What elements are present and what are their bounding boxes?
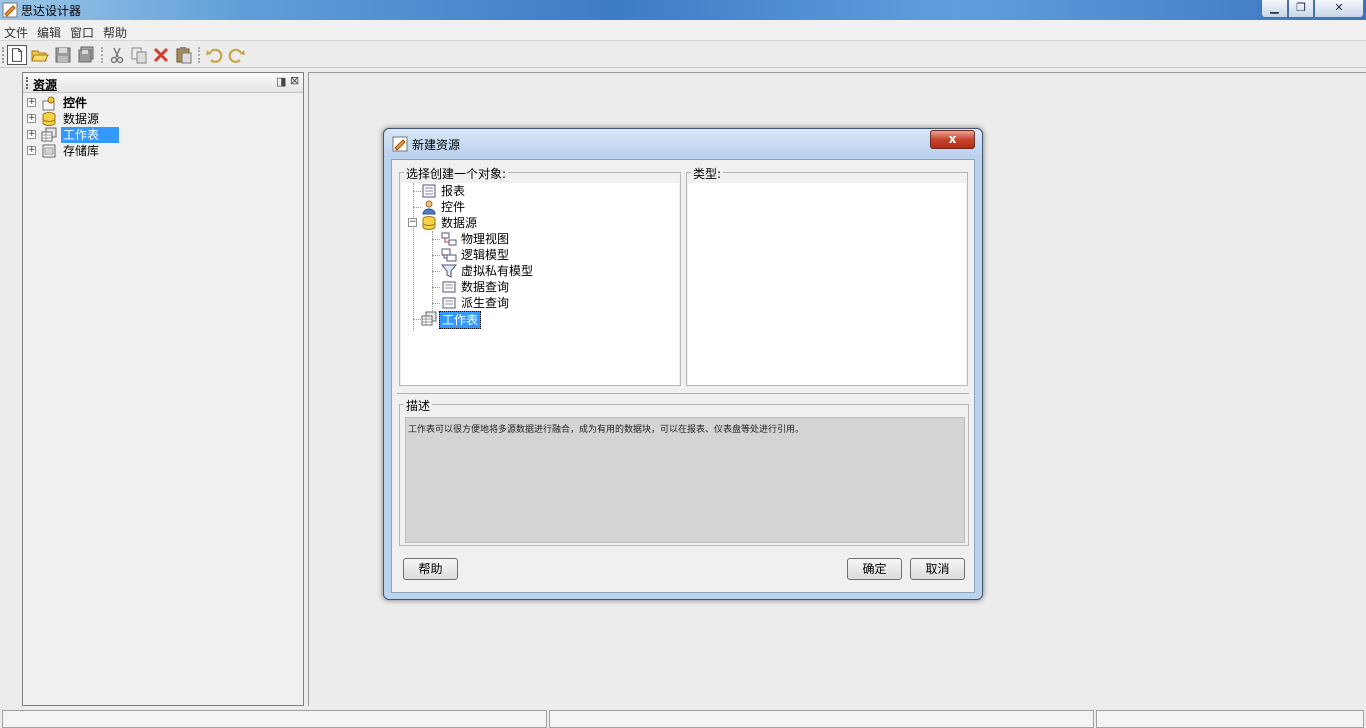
tree-item-label: 工作表 xyxy=(439,311,481,329)
tree-connector xyxy=(413,191,421,192)
resource-panel: 资源 ◨ ⊠ + 控件 + 数据源 + 工作表 + 存储库 xyxy=(22,72,304,706)
close-panel-icon[interactable]: ⊠ xyxy=(290,74,299,87)
ok-button[interactable]: 确定 xyxy=(847,558,902,580)
resource-panel-header: 资源 ◨ ⊠ xyxy=(23,73,303,93)
description-box: 工作表可以很方便地将多源数据进行融合，成为有用的数据块，可以在报表、仪表盘等处进… xyxy=(405,417,965,543)
tree-item-label: 数据源 xyxy=(441,216,478,230)
expand-icon[interactable]: + xyxy=(27,130,36,139)
tree-connector xyxy=(432,271,440,272)
menu-edit[interactable]: 编辑 xyxy=(37,24,61,41)
window-close-button[interactable]: ✕ xyxy=(1314,0,1364,18)
select-object-legend: 选择创建一个对象: xyxy=(404,165,509,182)
menu-window[interactable]: 窗口 xyxy=(70,24,94,41)
minimize-icon: ▁ xyxy=(1270,1,1279,14)
dialog-icon xyxy=(392,136,408,152)
toolbar-separator xyxy=(101,47,103,63)
app-icon xyxy=(2,2,18,18)
type-group: 类型: xyxy=(686,165,968,386)
collapse-icon[interactable]: − xyxy=(408,218,417,227)
tree-connector xyxy=(413,319,421,320)
window-titlebar: 思达设计器 ▁ ❐ ✕ xyxy=(0,0,1366,20)
redo-icon[interactable] xyxy=(227,45,247,65)
expand-icon[interactable]: + xyxy=(27,98,36,107)
delete-icon[interactable] xyxy=(151,45,171,65)
tree-connector xyxy=(432,303,440,304)
save-all-icon[interactable] xyxy=(76,45,96,65)
dialog-titlebar[interactable]: 新建资源 x xyxy=(384,129,982,157)
minimize-button[interactable]: ▁ xyxy=(1261,0,1288,18)
help-button[interactable]: 帮助 xyxy=(403,558,458,580)
tree-item-label: 派生查询 xyxy=(461,296,510,310)
cancel-button[interactable]: 取消 xyxy=(910,558,965,580)
restore-icon: ❐ xyxy=(1296,1,1306,14)
panel-grip[interactable] xyxy=(26,77,28,89)
toolbar-grip[interactable] xyxy=(2,47,5,63)
pin-panel-icon[interactable]: ◨ xyxy=(276,75,286,88)
type-legend: 类型: xyxy=(691,165,724,182)
derived-query-icon xyxy=(442,297,456,309)
controls-icon xyxy=(42,96,55,111)
tree-item-label: 控件 xyxy=(441,200,466,214)
physical-view-icon xyxy=(441,232,457,246)
expand-icon[interactable]: + xyxy=(27,114,36,123)
type-list[interactable] xyxy=(688,183,966,385)
database-icon xyxy=(42,112,56,126)
close-icon: ✕ xyxy=(1334,1,1344,14)
tree-item-label: 数据查询 xyxy=(461,280,510,294)
worksheet-icon xyxy=(41,127,57,142)
tree-connector xyxy=(432,239,440,240)
status-bar xyxy=(0,708,1366,728)
toolbar-separator xyxy=(198,47,200,63)
restore-button[interactable]: ❐ xyxy=(1288,0,1314,18)
copy-icon[interactable] xyxy=(129,45,149,65)
tree-item-label: 逻辑模型 xyxy=(461,248,510,262)
toolbar xyxy=(0,41,1366,68)
query-icon xyxy=(442,281,456,293)
description-group: 描述 工作表可以很方便地将多源数据进行融合，成为有用的数据块，可以在报表、仪表盘… xyxy=(399,397,969,546)
dialog-title: 新建资源 xyxy=(412,138,461,152)
new-resource-dialog: 新建资源 x 选择创建一个对象: 报表 控件 − 数据源 物理视图 逻辑模型 虚… xyxy=(383,128,983,600)
dialog-close-button[interactable]: x xyxy=(930,130,975,149)
tree-item-label: 工作表 xyxy=(61,127,119,143)
tree-item-label: 物理视图 xyxy=(461,232,510,246)
repository-icon xyxy=(42,144,56,158)
undo-icon[interactable] xyxy=(204,45,224,65)
dialog-separator xyxy=(397,393,969,394)
save-icon[interactable] xyxy=(53,45,73,65)
status-cell xyxy=(549,710,1094,728)
user-control-icon xyxy=(422,200,436,215)
object-tree[interactable]: 报表 控件 − 数据源 物理视图 逻辑模型 虚拟私有模型 数据查询 派生查询 工… xyxy=(401,183,679,385)
tree-connector xyxy=(432,287,440,288)
menu-file[interactable]: 文件 xyxy=(4,24,28,41)
tree-item-label: 数据源 xyxy=(63,112,100,126)
worksheet-icon xyxy=(421,311,437,326)
tree-item-label: 报表 xyxy=(441,184,466,198)
database-icon xyxy=(422,216,436,230)
menu-bar: 文件 编辑 窗口 帮助 xyxy=(0,20,1366,41)
select-object-group: 选择创建一个对象: 报表 控件 − 数据源 物理视图 逻辑模型 虚拟私有模型 数… xyxy=(399,165,681,386)
expand-icon[interactable]: + xyxy=(27,146,36,155)
tree-item-label: 控件 xyxy=(63,96,88,110)
new-file-icon[interactable] xyxy=(7,45,27,65)
dialog-body: 选择创建一个对象: 报表 控件 − 数据源 物理视图 逻辑模型 虚拟私有模型 数… xyxy=(391,159,975,593)
report-icon xyxy=(422,184,436,198)
description-legend: 描述 xyxy=(404,397,433,414)
tree-item-label: 存储库 xyxy=(63,144,100,158)
open-folder-icon[interactable] xyxy=(30,45,50,65)
tree-connector xyxy=(413,207,421,208)
filter-model-icon xyxy=(441,264,457,278)
cut-icon[interactable] xyxy=(107,45,127,65)
logical-model-icon xyxy=(441,248,457,262)
status-cell xyxy=(1096,710,1364,728)
window-title: 思达设计器 xyxy=(21,4,82,18)
tree-item-label: 虚拟私有模型 xyxy=(461,264,534,278)
status-cell xyxy=(2,710,547,728)
close-icon: x xyxy=(948,132,957,146)
resource-panel-title: 资源 xyxy=(33,78,58,92)
tree-connector xyxy=(413,183,414,331)
paste-icon[interactable] xyxy=(174,45,194,65)
description-text: 工作表可以很方便地将多源数据进行融合，成为有用的数据块，可以在报表、仪表盘等处进… xyxy=(408,425,805,435)
menu-help[interactable]: 帮助 xyxy=(103,24,127,41)
tree-connector xyxy=(432,255,440,256)
